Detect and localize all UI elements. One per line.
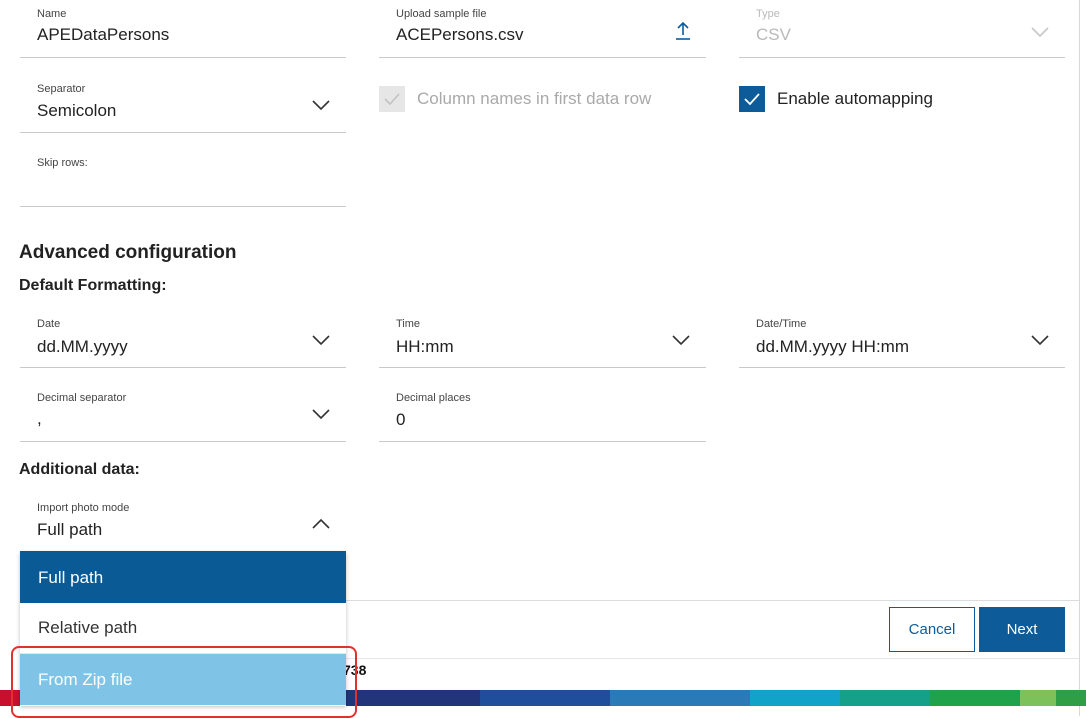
skip-rows-field[interactable]: Skip rows: <box>20 133 346 207</box>
checkbox-checked[interactable] <box>739 86 765 112</box>
footer-divider-lower <box>345 658 1079 659</box>
dropdown-option-full-path[interactable]: Full path <box>20 552 346 603</box>
chevron-down-icon <box>1031 27 1049 38</box>
type-value: CSV <box>756 25 791 44</box>
date-label: Date <box>37 318 61 330</box>
decimal-places-value: 0 <box>396 410 406 429</box>
checkbox-disabled <box>379 86 405 112</box>
time-value: HH:mm <box>396 337 454 356</box>
chevron-down-icon[interactable] <box>312 408 330 420</box>
time-select[interactable]: Time HH:mm <box>379 294 706 368</box>
chevron-down-icon[interactable] <box>1031 334 1049 346</box>
decimal-places-field[interactable]: Decimal places 0 <box>379 368 706 442</box>
skip-rows-label: Skip rows: <box>37 157 88 169</box>
additional-data-title: Additional data: <box>19 461 140 478</box>
automapping-label: Enable automapping <box>777 89 933 108</box>
datetime-select[interactable]: Date/Time dd.MM.yyyy HH:mm <box>739 294 1065 368</box>
name-label: Name <box>37 8 67 20</box>
chevron-down-icon[interactable] <box>672 334 690 346</box>
dropdown-option-from-zip-file[interactable]: From Zip file <box>20 654 346 705</box>
photo-mode-dropdown: Full path Relative path From Zip file <box>20 552 346 706</box>
window-border <box>1079 0 1080 716</box>
decimal-separator-select[interactable]: Decimal separator , <box>20 368 346 442</box>
type-label: Type <box>756 8 780 20</box>
upload-icon[interactable] <box>674 21 692 41</box>
separator-label: Separator <box>37 83 86 95</box>
type-select: Type CSV <box>739 0 1065 58</box>
upload-label: Upload sample file <box>396 8 487 20</box>
chevron-down-icon[interactable] <box>312 99 330 111</box>
import-photo-mode-label: Import photo mode <box>37 502 130 514</box>
checkmark-icon <box>744 93 760 105</box>
column-names-label: Column names in first data row <box>417 89 652 108</box>
name-field[interactable]: Name APEDataPersons <box>20 0 346 58</box>
decimal-places-label: Decimal places <box>396 392 471 404</box>
decimal-separator-label: Decimal separator <box>37 392 127 404</box>
column-names-checkbox: Column names in first data row <box>379 86 651 112</box>
chevron-up-icon[interactable] <box>312 518 330 530</box>
separator-select[interactable]: Separator Semicolon <box>20 59 346 133</box>
date-select[interactable]: Date dd.MM.yyyy <box>20 294 346 368</box>
automapping-checkbox[interactable]: Enable automapping <box>739 86 933 112</box>
footer-divider <box>345 600 1079 601</box>
advanced-title: Advanced configuration <box>19 242 237 263</box>
dropdown-option-relative-path[interactable]: Relative path <box>20 603 346 654</box>
datetime-label: Date/Time <box>756 318 807 330</box>
time-label: Time <box>396 318 421 330</box>
default-formatting-title: Default Formatting: <box>19 277 167 294</box>
checkmark-icon <box>384 93 400 105</box>
name-value: APEDataPersons <box>37 25 170 44</box>
upload-field[interactable]: Upload sample file ACEPersons.csv <box>379 0 706 58</box>
chevron-down-icon[interactable] <box>312 334 330 346</box>
datetime-value: dd.MM.yyyy HH:mm <box>756 337 909 356</box>
import-photo-mode-value: Full path <box>37 520 103 539</box>
upload-value: ACEPersons.csv <box>396 25 524 44</box>
next-button[interactable]: Next <box>979 607 1065 652</box>
version-text: 738 <box>343 662 367 678</box>
decimal-separator-value: , <box>37 409 42 428</box>
import-photo-mode-select[interactable]: Import photo mode Full path <box>20 478 346 552</box>
separator-value: Semicolon <box>37 101 117 120</box>
date-value: dd.MM.yyyy <box>37 337 128 356</box>
cancel-button[interactable]: Cancel <box>889 607 975 652</box>
